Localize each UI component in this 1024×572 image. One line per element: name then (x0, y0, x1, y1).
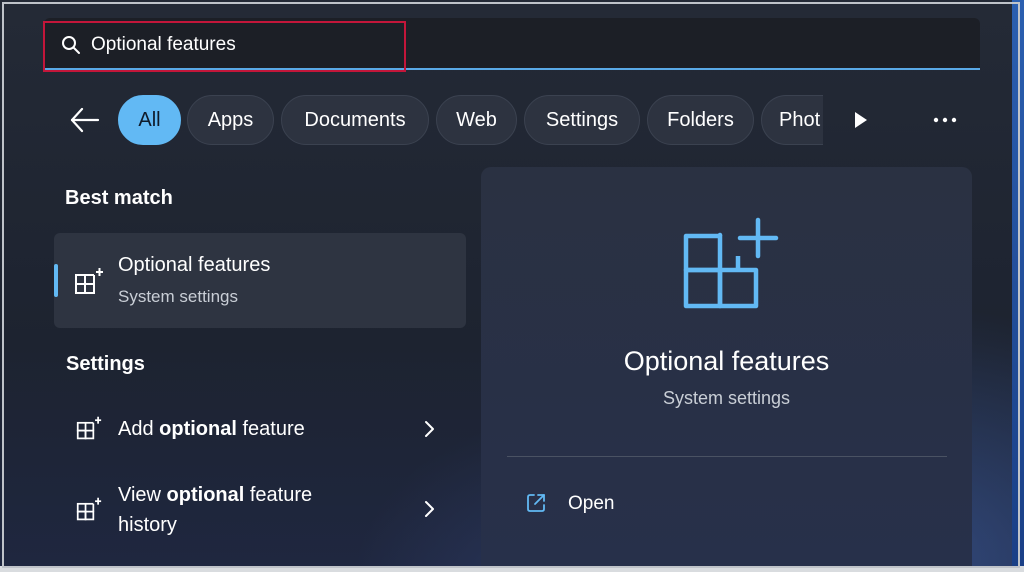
open-external-icon (527, 494, 545, 512)
screenshot-border (0, 566, 1024, 572)
optional-features-icon (683, 217, 779, 309)
preview-divider (507, 456, 947, 457)
play-icon[interactable] (849, 108, 871, 132)
filter-chip-photos[interactable]: Phot (761, 95, 823, 145)
best-match-title: Optional features (118, 254, 271, 276)
best-match-subtitle: System settings (118, 287, 238, 306)
best-match-heading: Best match (65, 187, 173, 209)
optional-features-icon (76, 497, 102, 521)
more-horizontal-icon[interactable] (927, 108, 963, 132)
arrow-left-icon[interactable] (66, 104, 102, 136)
filter-chip-web[interactable]: Web (436, 95, 517, 145)
settings-item-label: View optional feature history (118, 484, 313, 536)
filter-chip-documents[interactable]: Documents (281, 95, 429, 145)
preview-subtitle: System settings (662, 388, 791, 408)
best-match-item[interactable] (54, 233, 466, 328)
desktop-wallpaper-edge (1012, 0, 1024, 572)
filter-chip-folders[interactable]: Folders (647, 95, 754, 145)
filter-chip-apps[interactable]: Apps (187, 95, 274, 145)
filter-chip-all[interactable]: All (118, 95, 181, 145)
optional-features-icon (76, 416, 102, 440)
chevron-right-icon (425, 421, 434, 437)
filter-chip-settings[interactable]: Settings (524, 95, 640, 145)
optional-features-icon (75, 268, 103, 294)
open-button[interactable]: Open (507, 482, 807, 526)
selection-indicator (54, 264, 58, 297)
open-label: Open (568, 493, 615, 514)
preview-title: Optional features (623, 346, 830, 376)
search-icon (62, 36, 80, 54)
search-input[interactable] (91, 32, 391, 58)
settings-heading: Settings (66, 353, 145, 375)
settings-item-label: Add optional feature (118, 418, 305, 440)
chevron-right-icon (425, 501, 434, 517)
